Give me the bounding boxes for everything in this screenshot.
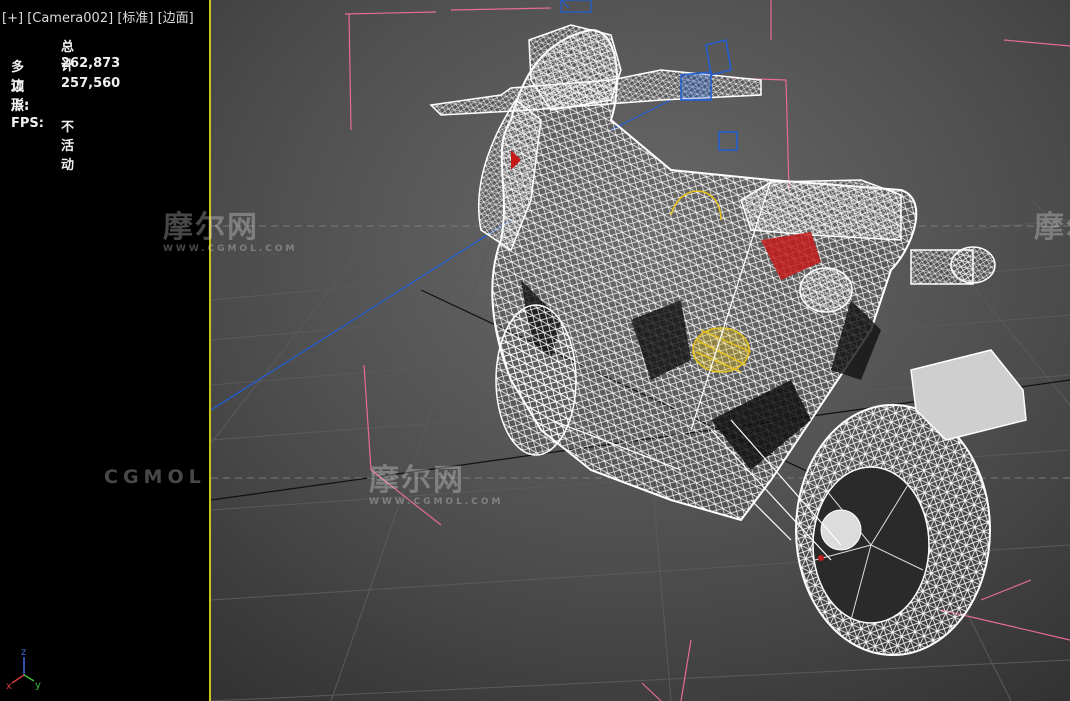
viewport-camera-menu[interactable]: [Camera002] bbox=[27, 11, 113, 26]
windscreen bbox=[528, 24, 622, 111]
axis-z-label: z bbox=[21, 647, 26, 658]
watermark-logo-left: 摩尔网 WWW.CGMOL.COM bbox=[163, 210, 298, 254]
rear-hub bbox=[820, 509, 862, 551]
watermark-brand: CGMOL bbox=[104, 466, 206, 488]
viewport-display-menu[interactable]: [边面] bbox=[158, 11, 194, 26]
axis-y-label: y bbox=[35, 680, 41, 690]
fps-label: FPS: bbox=[11, 116, 44, 131]
watermark-logo-right: 摩尔网 bbox=[1034, 210, 1070, 245]
viewport-scene[interactable] bbox=[211, 0, 1070, 701]
seat bbox=[740, 179, 902, 241]
viewport-shading-menu[interactable]: [标准] bbox=[117, 11, 153, 26]
vertices-label: 顶点: bbox=[11, 80, 30, 114]
vertices-value: 257,560 bbox=[61, 76, 121, 91]
engine-cylinder bbox=[799, 267, 853, 313]
axis-tripod: z x y bbox=[6, 647, 41, 690]
watermark-logo-center: 摩尔网 WWW.CGMOL.COM bbox=[369, 463, 504, 507]
viewport-label-menu[interactable]: [+] [Camera002] [标准] [边面] bbox=[2, 7, 194, 26]
axis-x-label: x bbox=[6, 681, 12, 690]
exhaust-pipe bbox=[910, 249, 974, 285]
fps-value: 不活动 bbox=[61, 120, 75, 173]
viewport-general-menu[interactable]: [+] bbox=[2, 11, 23, 26]
stats-panel bbox=[0, 0, 210, 701]
polygons-value: 262,873 bbox=[61, 56, 121, 71]
front-wheel bbox=[495, 304, 577, 456]
